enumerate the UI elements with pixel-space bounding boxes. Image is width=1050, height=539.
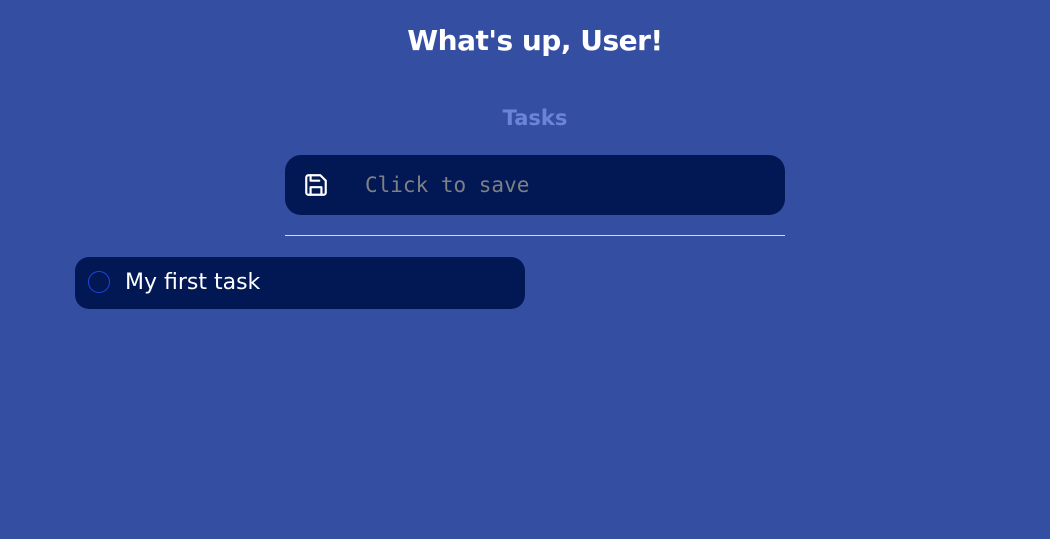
greeting-heading: What's up, User! [407, 24, 663, 57]
tasks-section-title: Tasks [502, 106, 568, 130]
task-item[interactable]: My first task [75, 257, 525, 309]
new-task-input[interactable] [365, 155, 765, 215]
task-input-container [285, 155, 785, 215]
task-checkbox[interactable] [88, 271, 110, 293]
divider [285, 235, 785, 236]
floppy-disk-icon[interactable] [303, 172, 329, 198]
task-label: My first task [125, 270, 261, 295]
